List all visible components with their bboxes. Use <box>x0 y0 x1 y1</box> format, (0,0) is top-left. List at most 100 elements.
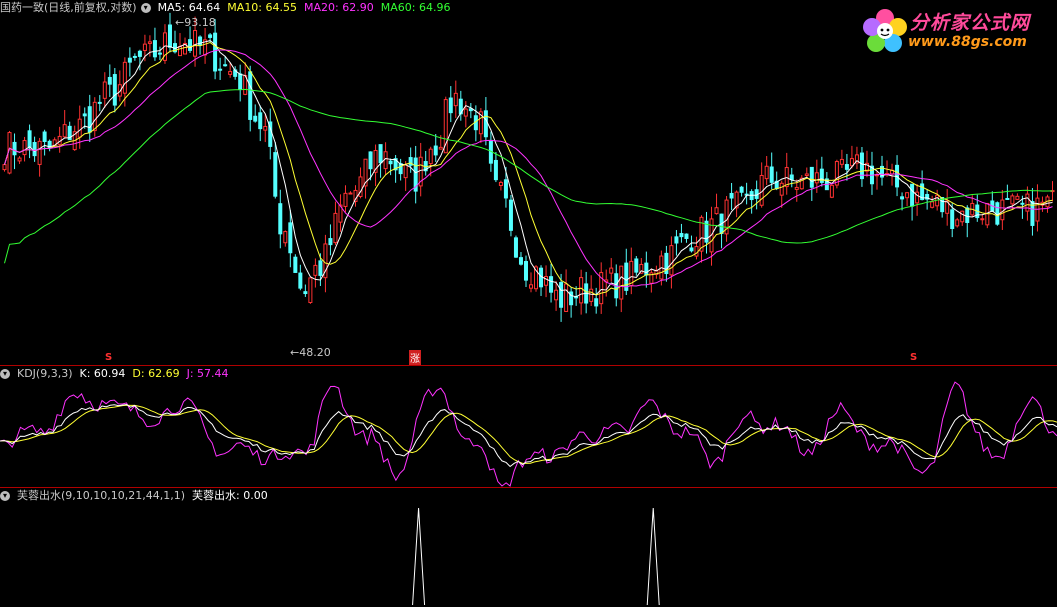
candle-body <box>559 282 564 308</box>
candle-body <box>679 233 684 238</box>
candle-body <box>549 276 554 293</box>
candle-body <box>82 113 87 117</box>
candle-body <box>122 61 127 94</box>
candle-body <box>102 81 107 99</box>
candle-body <box>955 219 960 227</box>
candle-body <box>739 186 744 193</box>
candle-body <box>483 110 488 138</box>
candle-body <box>544 275 549 286</box>
candle-body <box>554 289 559 301</box>
candle-body <box>463 108 468 117</box>
logo-url: www.88gs.com <box>908 34 1027 50</box>
candle-body <box>814 172 819 184</box>
candle-body <box>333 212 338 244</box>
candle-body <box>253 115 258 122</box>
candle-body <box>960 210 965 223</box>
candle-body <box>142 43 147 51</box>
candle-body <box>398 163 403 175</box>
candle-body <box>1005 197 1010 200</box>
main-legend: 国药一致(日线,前复权,对数) ▾ MA5: 64.64 MA10: 64.55… <box>0 0 457 16</box>
candle-body <box>594 298 599 307</box>
candle-body <box>965 207 970 223</box>
ma60-value: MA60: 64.96 <box>380 1 451 14</box>
candle-body <box>32 142 37 157</box>
candle-body <box>498 181 503 186</box>
furong-signal-chart[interactable] <box>412 507 660 606</box>
ma20-value: MA20: 62.90 <box>304 1 374 14</box>
candle-body <box>273 152 278 197</box>
candle-body <box>147 41 152 44</box>
candle-body <box>829 184 834 198</box>
candle-body <box>87 106 92 133</box>
candle-body <box>714 207 719 215</box>
site-logo[interactable]: 分析家公式网 www.88gs.com <box>858 4 1053 56</box>
candle-body <box>529 284 534 289</box>
candle-body <box>809 166 814 188</box>
candle-body <box>112 74 117 106</box>
signal-title: 芙蓉出水(9,10,10,10,21,44,1,1) <box>17 489 186 502</box>
candle-body <box>689 247 694 252</box>
signal-mark-s: S <box>910 352 918 363</box>
candle-body <box>62 124 67 138</box>
signal-mark-zhang: 涨 <box>409 350 421 365</box>
candle-body <box>1000 199 1005 221</box>
candle-body <box>609 267 614 274</box>
candle-body <box>298 272 303 289</box>
candle-body <box>839 158 844 165</box>
candle-body <box>729 192 734 199</box>
candle-body <box>764 165 769 180</box>
chevron-down-icon[interactable]: ▾ <box>0 491 10 501</box>
candle-body <box>930 201 935 208</box>
candle-body <box>910 183 915 207</box>
candle-body <box>127 57 132 63</box>
candle-body <box>37 140 42 165</box>
candle-body <box>293 256 298 273</box>
candle-body <box>328 238 333 246</box>
candle-body <box>137 50 142 57</box>
candle-body <box>684 233 689 239</box>
candle-body <box>258 112 263 130</box>
candle-body <box>900 196 905 200</box>
signal-legend: ▾ 芙蓉出水(9,10,10,10,21,44,1,1) 芙蓉出水: 0.00 <box>0 488 275 504</box>
candle-body <box>804 173 809 177</box>
kdj-legend: ▾ KDJ(9,3,3) K: 60.94 D: 62.69 J: 57.44 <box>0 366 236 382</box>
candle-body <box>223 64 228 67</box>
candle-body <box>589 288 594 302</box>
candle-body <box>308 277 313 303</box>
candle-body <box>77 118 82 138</box>
candle-body <box>433 145 438 156</box>
candle-body <box>794 186 799 190</box>
candle-body <box>950 209 955 230</box>
candle-body <box>278 203 283 235</box>
candle-body <box>769 166 774 183</box>
candle-body <box>844 164 849 170</box>
candle-body <box>905 192 910 199</box>
candle-body <box>980 218 985 221</box>
kdj-j-value: J: 57.44 <box>186 367 229 380</box>
candle-body <box>579 277 584 304</box>
flower-logo-icon <box>863 9 907 52</box>
chevron-down-icon[interactable]: ▾ <box>0 369 10 379</box>
candle-body <box>629 260 634 287</box>
candle-body <box>303 291 308 295</box>
candle-body <box>178 46 183 57</box>
kdj-chart[interactable] <box>0 381 1057 487</box>
candle-body <box>248 71 253 120</box>
kdj-d-value: D: 62.69 <box>132 367 180 380</box>
candle-body <box>619 265 624 300</box>
candle-body <box>92 101 97 132</box>
candle-body <box>1015 195 1020 200</box>
candle-body <box>634 258 639 273</box>
candle-body <box>368 151 373 170</box>
candle-body <box>428 148 433 165</box>
candle-body <box>193 30 198 57</box>
candle-body <box>448 97 453 114</box>
candle-body <box>674 236 679 244</box>
candle-body <box>518 257 523 265</box>
chevron-down-icon[interactable]: ▾ <box>140 3 151 13</box>
candlestick-chart[interactable] <box>2 12 1055 322</box>
ma10-value: MA10: 64.55 <box>227 1 298 14</box>
candle-body <box>188 39 193 51</box>
candle-body <box>508 199 513 231</box>
candle-body <box>388 160 393 165</box>
